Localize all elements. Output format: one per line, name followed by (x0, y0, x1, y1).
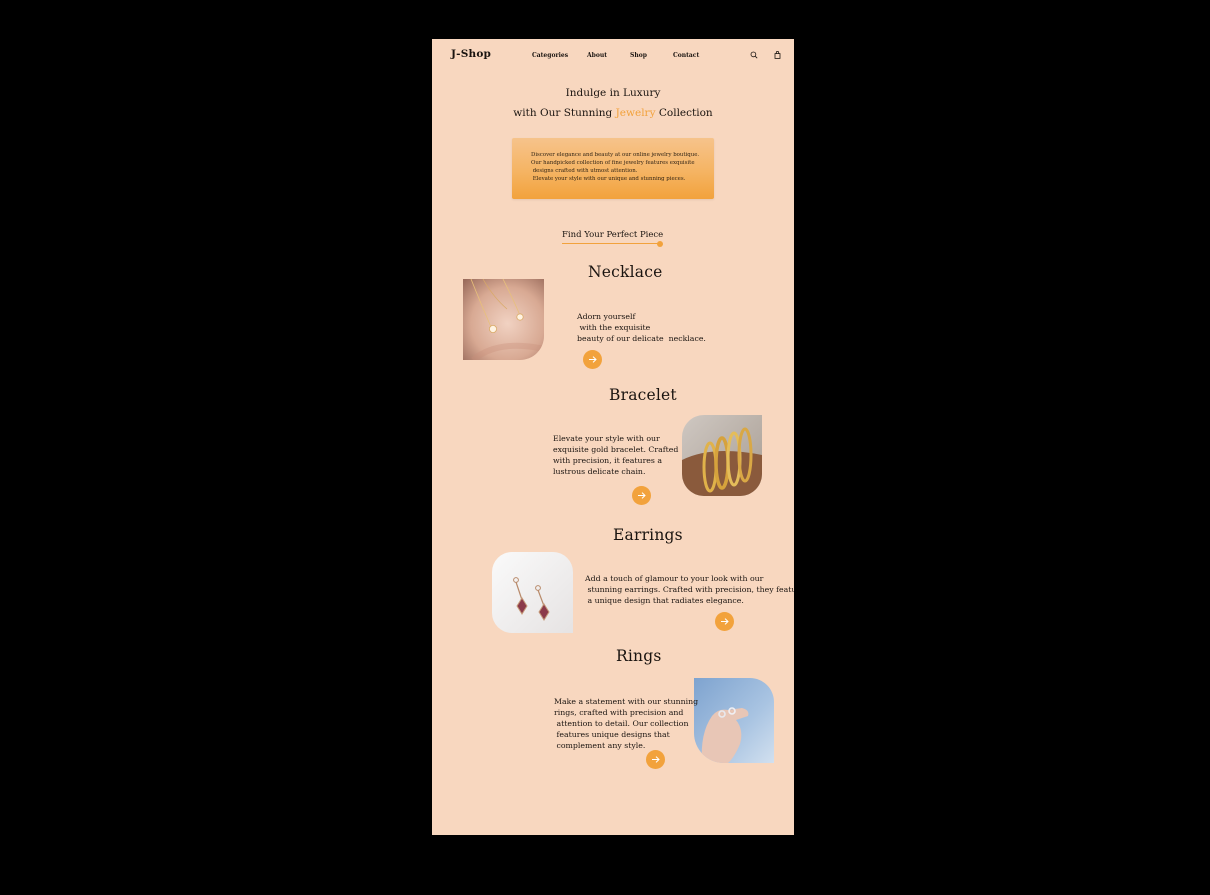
nav-about[interactable]: About (587, 52, 607, 59)
nav-contact[interactable]: Contact (673, 52, 699, 59)
arrow-right-icon (589, 356, 597, 363)
earrings-title: Earrings (613, 526, 683, 544)
nav-categories[interactable]: Categories (532, 52, 568, 59)
arrow-right-icon (721, 618, 729, 625)
hero-line-2-start: with Our Stunning (513, 107, 616, 119)
bracelet-description: Elevate your style with our exquisite go… (553, 434, 679, 476)
search-icon[interactable] (749, 50, 759, 60)
necklace-image (463, 279, 544, 360)
hero-line-1: Indulge in Luxury (565, 87, 661, 99)
hero-accent-word: Jewelry (615, 107, 656, 119)
arrow-right-icon (652, 756, 660, 763)
hero-line-2-end: Collection (655, 107, 713, 119)
rings-description: Make a statement with our stunning rings… (554, 697, 699, 750)
promo-text: Discover elegance and beauty at our onli… (531, 152, 700, 182)
shopping-bag-icon[interactable] (772, 50, 782, 60)
earrings-arrow-button[interactable] (715, 612, 734, 631)
rings-title: Rings (616, 647, 662, 665)
bracelet-image (682, 415, 762, 496)
page: J-Shop Categories About Shop Contact Ind… (432, 39, 794, 835)
necklace-title: Necklace (588, 263, 663, 281)
find-piece-underline (562, 243, 659, 245)
nav-shop[interactable]: Shop (630, 52, 647, 59)
hero-line-2: with Our Stunning Jewelry Collection (432, 107, 794, 119)
bracelet-title: Bracelet (609, 386, 677, 404)
bracelet-arrow-button[interactable] (632, 486, 651, 505)
find-piece-dot (657, 241, 663, 247)
necklace-arrow-button[interactable] (583, 350, 602, 369)
earrings-image (492, 552, 573, 633)
earrings-description: Add a touch of glamour to your look with… (585, 574, 794, 605)
rings-arrow-button[interactable] (646, 750, 665, 769)
rings-image (694, 678, 774, 763)
find-piece-label[interactable]: Find Your Perfect Piece (562, 230, 663, 240)
brand-logo[interactable]: J-Shop (451, 48, 491, 60)
promo-box: Discover elegance and beauty at our onli… (512, 138, 714, 199)
necklace-description: Adorn yourself with the exquisite beauty… (577, 312, 706, 343)
arrow-right-icon (638, 492, 646, 499)
